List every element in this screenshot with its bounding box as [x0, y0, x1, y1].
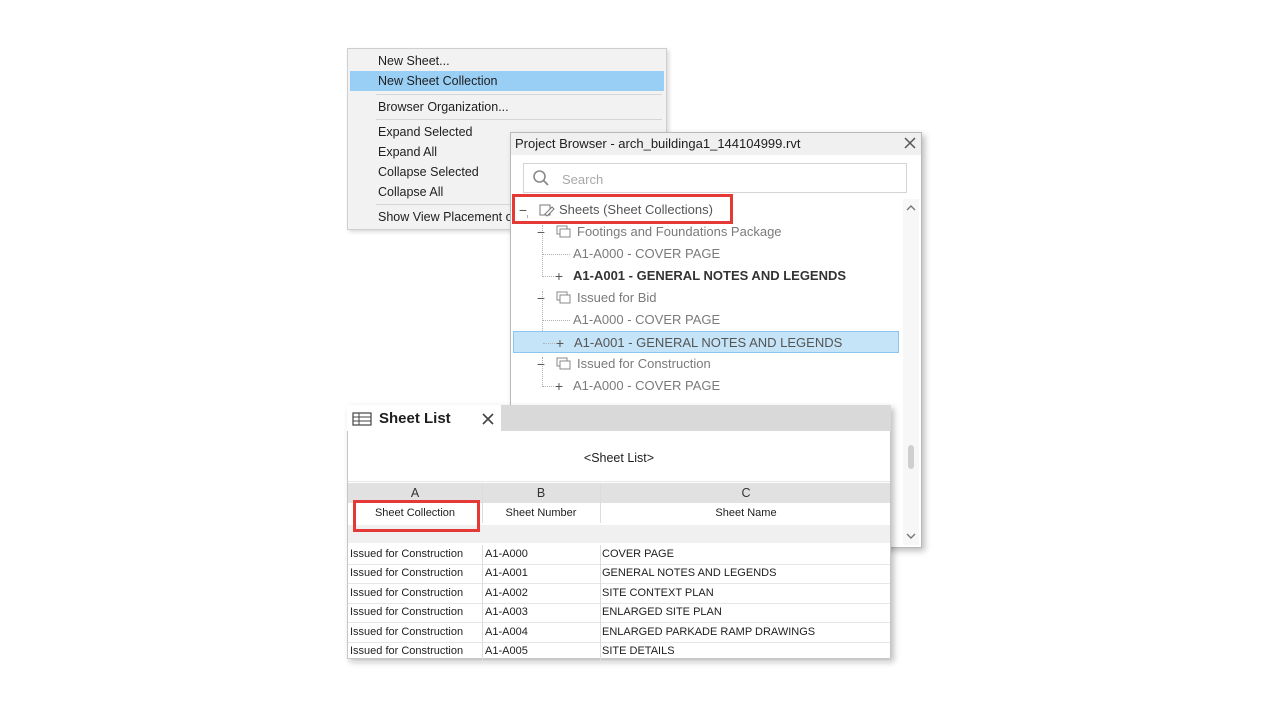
tree-node-sheet[interactable]: A1-A000 - COVER PAGE [511, 243, 899, 265]
schedule-title: <Sheet List> [348, 431, 890, 482]
tree-node-sheet[interactable]: A1-A000 - COVER PAGE [511, 309, 899, 331]
cell-collection[interactable]: Issued for Construction [350, 545, 463, 564]
tree-node-label: A1-A000 - COVER PAGE [573, 312, 721, 327]
scroll-up-icon[interactable] [903, 201, 919, 215]
tree-node-label: Footings and Foundations Package [577, 224, 782, 239]
project-browser-title: Project Browser - arch_buildinga1_144104… [511, 133, 921, 155]
cell-collection[interactable]: Issued for Construction [350, 642, 463, 661]
menu-separator [376, 94, 662, 95]
table-row[interactable]: Issued for Construction A1-A005 SITE DET… [348, 642, 890, 662]
cell-number[interactable]: A1-A004 [485, 623, 528, 642]
collapse-toggle[interactable]: − [535, 353, 547, 375]
expand-toggle[interactable]: + [553, 265, 565, 287]
cell-name[interactable]: ENLARGED SITE PLAN [602, 603, 722, 622]
tree-node-issued-for-bid[interactable]: − Issued for Bid [511, 287, 899, 309]
scroll-down-icon[interactable] [903, 529, 919, 543]
sheet-list-view: Sheet List <Sheet List> A B C Sheet Coll… [347, 405, 892, 662]
close-icon[interactable] [481, 412, 495, 426]
cell-name[interactable]: SITE CONTEXT PLAN [602, 584, 714, 603]
cell-name[interactable]: SITE DETAILS [602, 642, 675, 661]
menu-item-new-sheet[interactable]: New Sheet... [350, 51, 664, 71]
cell-name[interactable]: COVER PAGE [602, 545, 674, 564]
menu-item-browser-organization[interactable]: Browser Organization... [350, 97, 664, 117]
close-icon[interactable] [903, 136, 917, 150]
tab-label: Sheet List [379, 410, 451, 427]
cell-number[interactable]: A1-A002 [485, 584, 528, 603]
expand-toggle[interactable]: + [553, 375, 565, 397]
search-box [523, 163, 907, 193]
tree-node-footings-package[interactable]: − Footings and Foundations Package [511, 221, 899, 243]
view-tab-bar: Sheet List [347, 405, 891, 431]
collapse-toggle[interactable]: − [535, 287, 547, 309]
tree-node-label: A1-A001 - GENERAL NOTES AND LEGENDS [574, 335, 843, 350]
expand-toggle[interactable]: + [554, 332, 566, 354]
tree-node-sheet[interactable]: + A1-A001 - GENERAL NOTES AND LEGENDS [511, 265, 899, 287]
tree-node-label: Issued for Construction [577, 356, 711, 371]
cell-number[interactable]: A1-A001 [485, 564, 528, 583]
collapse-toggle[interactable]: − [535, 221, 547, 243]
header-sheet-name[interactable]: Sheet Name [600, 503, 892, 523]
tree-node-issued-for-construction[interactable]: − Issued for Construction [511, 353, 899, 375]
cell-name[interactable]: ENLARGED PARKADE RAMP DRAWINGS [602, 623, 815, 642]
cell-number[interactable]: A1-A005 [485, 642, 528, 661]
tree-node-label: A1-A000 - COVER PAGE [573, 378, 721, 393]
search-input[interactable] [560, 168, 894, 190]
collection-folder-icon [556, 291, 571, 304]
menu-item-new-sheet-collection[interactable]: New Sheet Collection [350, 71, 664, 91]
cell-collection[interactable]: Issued for Construction [350, 603, 463, 622]
scrollbar-thumb[interactable] [908, 445, 914, 469]
table-row[interactable]: Issued for Construction A1-A001 GENERAL … [348, 564, 890, 584]
tree-node-label: Issued for Bid [577, 290, 657, 305]
cell-collection[interactable]: Issued for Construction [350, 623, 463, 642]
table-row[interactable]: Issued for Construction A1-A004 ENLARGED… [348, 623, 890, 643]
table-row[interactable]: Issued for Construction A1-A003 ENLARGED… [348, 603, 890, 623]
table-row[interactable]: Issued for Construction A1-A000 COVER PA… [348, 545, 890, 565]
header-sheet-number[interactable]: Sheet Number [482, 503, 600, 523]
column-letter[interactable]: C [600, 483, 892, 503]
tree-node-label: A1-A001 - GENERAL NOTES AND LEGENDS [573, 268, 847, 283]
cell-collection[interactable]: Issued for Construction [350, 564, 463, 583]
tab-sheet-list[interactable]: Sheet List [347, 405, 501, 431]
search-icon [533, 170, 549, 186]
table-row[interactable]: Issued for Construction A1-A002 SITE CON… [348, 584, 890, 604]
collection-folder-icon [556, 225, 571, 238]
tree-node-sheet-selected[interactable]: + A1-A001 - GENERAL NOTES AND LEGENDS [513, 331, 899, 353]
tree-node-label: A1-A000 - COVER PAGE [573, 246, 721, 261]
highlight-callout-sheet-collection-header [353, 500, 480, 532]
collection-folder-icon [556, 357, 571, 370]
cell-collection[interactable]: Issued for Construction [350, 584, 463, 603]
cell-number[interactable]: A1-A000 [485, 545, 528, 564]
schedule-body: <Sheet List> A B C Sheet Collection Shee… [347, 431, 892, 662]
cell-name[interactable]: GENERAL NOTES AND LEGENDS [602, 564, 776, 583]
cell-number[interactable]: A1-A003 [485, 603, 528, 622]
highlight-callout-sheets-root [512, 194, 733, 224]
vertical-scrollbar[interactable] [903, 199, 919, 545]
menu-separator [376, 119, 662, 120]
schedule-table-icon [352, 412, 372, 426]
column-letter[interactable]: B [482, 483, 600, 503]
tree-node-sheet[interactable]: + A1-A000 - COVER PAGE [511, 375, 899, 397]
